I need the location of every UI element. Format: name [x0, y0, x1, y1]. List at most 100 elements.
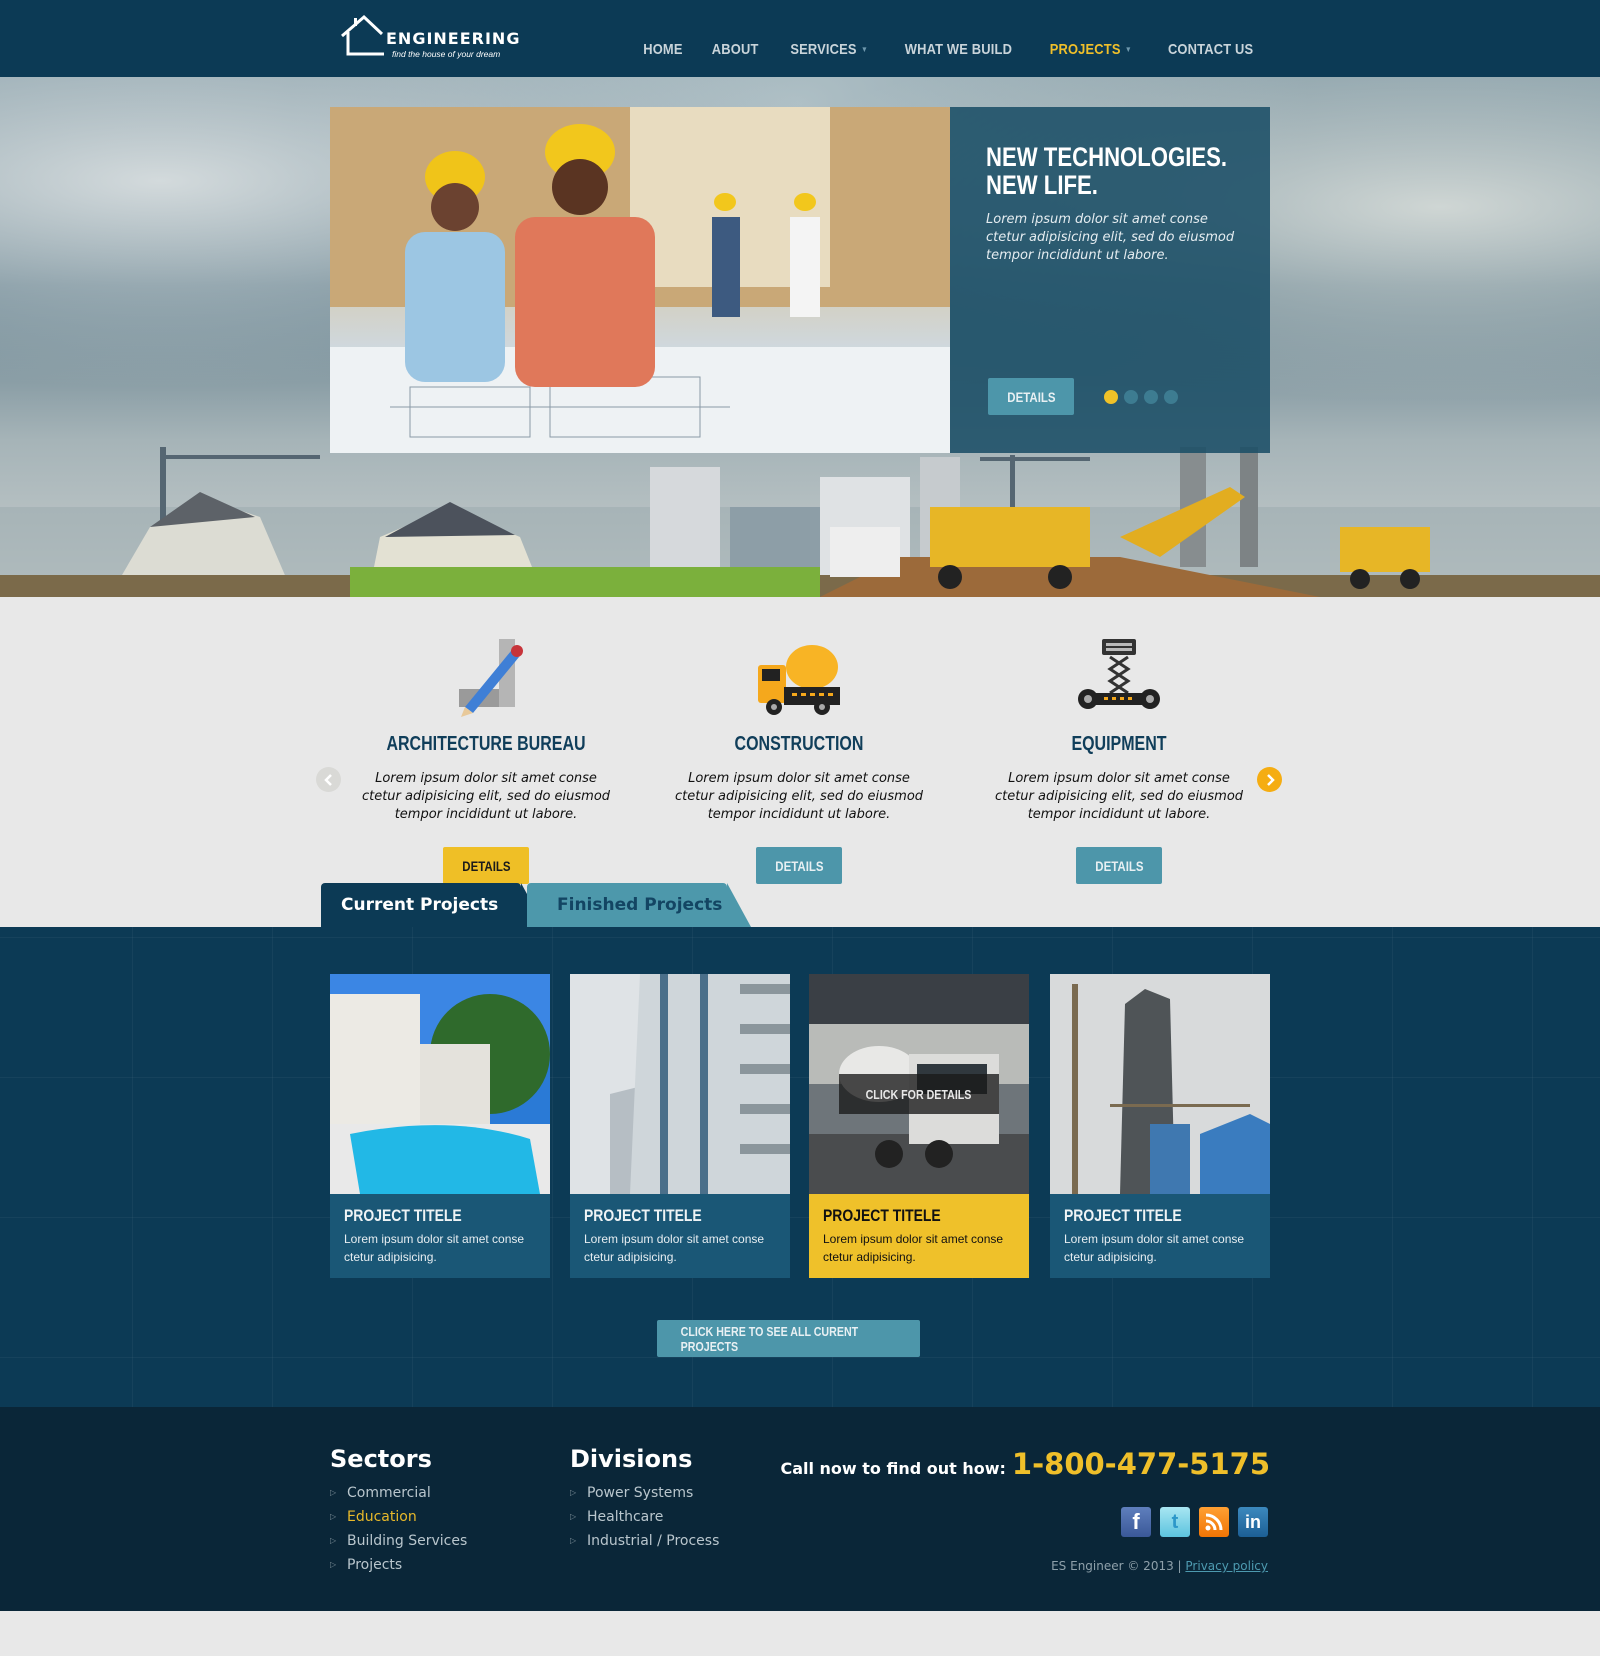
slider-pagination	[1104, 390, 1178, 404]
nav-services[interactable]: SERVICES ▼	[790, 41, 868, 58]
link-label: Power Systems	[587, 1485, 694, 1501]
link-label: Healthcare	[587, 1509, 664, 1525]
project-card[interactable]: PROJECT TITELE Lorem ipsum dolor sit ame…	[1050, 974, 1270, 1278]
photo-illustration	[1050, 974, 1270, 1194]
button-label: DETAILS	[774, 857, 824, 874]
nav-projects[interactable]: PROJECTS ▼	[1050, 41, 1132, 58]
sectors-list: ▷ Commercial ▷ Education ▷ Building Service…	[330, 1481, 467, 1577]
project-title: PROJECT TITELE	[1064, 1206, 1182, 1225]
project-description: Lorem ipsum dolor sit amet conse ctetur …	[1064, 1232, 1245, 1264]
chevron-right-icon: ▷	[570, 1512, 577, 1521]
nav-label: HOME	[643, 41, 683, 58]
architecture-details-button[interactable]: DETAILS	[443, 847, 529, 884]
chevron-down-icon: ▼	[1125, 45, 1133, 54]
equipment-details-button[interactable]: DETAILS	[1076, 847, 1162, 884]
nav-home[interactable]: HOME	[643, 41, 682, 58]
facebook-icon[interactable]: f	[1121, 1507, 1151, 1537]
overlay-label: CLICK FOR DETAILS	[866, 1086, 972, 1102]
sector-link-projects[interactable]: ▷ Projects	[330, 1553, 467, 1577]
project-card-active[interactable]: CLICK FOR DETAILS PROJECT TITELE Lorem i…	[809, 974, 1029, 1278]
service-description: Lorem ipsum dolor sit amet conse ctetur …	[361, 771, 611, 822]
main-nav: HOME ABOUT SERVICES ▼ WHAT WE BUILD PROJE…	[618, 0, 1260, 77]
divisions-column: Divisions ▷ Power Systems ▷ Healthcare ▷ In…	[570, 1445, 719, 1553]
photo-illustration	[330, 974, 550, 1194]
link-label: Commercial	[347, 1485, 431, 1501]
twitter-icon[interactable]: t	[1160, 1507, 1190, 1537]
carousel-next-button[interactable]	[1257, 767, 1282, 792]
chevron-right-icon: ▷	[570, 1488, 577, 1497]
chevron-right-icon	[1266, 773, 1275, 786]
house-logo-icon	[341, 14, 384, 56]
project-card[interactable]: PROJECT TITELE Lorem ipsum dolor sit ame…	[330, 974, 550, 1278]
photo-illustration	[570, 974, 790, 1194]
social-links: f t in	[1121, 1507, 1268, 1537]
site-header: ENGINEERING find the house of your dream…	[0, 0, 1600, 77]
sector-link-commercial[interactable]: ▷ Commercial	[330, 1481, 467, 1505]
service-construction: CONSTRUCTION Lorem ipsum dolor sit amet …	[669, 637, 929, 884]
slide-dot-3[interactable]	[1144, 390, 1158, 404]
project-description: Lorem ipsum dolor sit amet conse ctetur …	[584, 1232, 765, 1264]
hero-banner: NEW TECHNOLOGIES. NEW LIFE. Lorem ipsum …	[0, 77, 1600, 597]
construction-landscape-illustration	[0, 447, 1600, 597]
highrise-facade-photo	[570, 974, 790, 1194]
slide-description: Lorem ipsum dolor sit amet conse ctetur …	[986, 212, 1235, 263]
phone-number[interactable]: 1-800-477-5175	[1012, 1447, 1270, 1481]
chevron-down-icon: ▼	[861, 45, 869, 54]
pencil-ruler-icon	[459, 639, 523, 717]
see-all-projects-button[interactable]: CLICK HERE TO SEE ALL CURENT PROJECTS	[657, 1320, 920, 1357]
tower-construction-photo	[1050, 974, 1270, 1194]
nav-label: WHAT WE BUILD	[905, 41, 1013, 58]
nav-what-we-build[interactable]: WHAT WE BUILD	[905, 41, 1012, 58]
project-info: PROJECT TITELE Lorem ipsum dolor sit ame…	[570, 1194, 790, 1278]
tab-finished-projects[interactable]: Finished Projects	[527, 883, 751, 927]
carousel-prev-button[interactable]	[316, 767, 341, 792]
tab-label: Current Projects	[341, 895, 499, 915]
slide-dot-4[interactable]	[1164, 390, 1178, 404]
construction-details-button[interactable]: DETAILS	[756, 847, 842, 884]
button-label: CLICK HERE TO SEE ALL CURENT PROJECTS	[680, 1323, 859, 1354]
division-link-industrial[interactable]: ▷ Industrial / Process	[570, 1529, 719, 1553]
project-title: PROJECT TITELE	[823, 1206, 941, 1225]
slide-details-button[interactable]: DETAILS	[988, 378, 1074, 415]
project-description: Lorem ipsum dolor sit amet conse ctetur …	[823, 1232, 1004, 1264]
divisions-heading: Divisions	[570, 1445, 693, 1473]
link-label: Projects	[347, 1557, 403, 1573]
privacy-policy-link[interactable]: Privacy policy	[1185, 1559, 1268, 1573]
project-description: Lorem ipsum dolor sit amet conse ctetur …	[344, 1232, 525, 1264]
copyright-text: ES Engineer © 2013 |	[1051, 1559, 1182, 1573]
service-title: EQUIPMENT	[1071, 733, 1167, 755]
logo[interactable]: ENGINEERING find the house of your dream	[340, 12, 520, 62]
projects-section: PROJECT TITELE Lorem ipsum dolor sit ame…	[0, 927, 1600, 1407]
button-label: DETAILS	[1006, 388, 1056, 405]
division-link-power-systems[interactable]: ▷ Power Systems	[570, 1481, 719, 1505]
nav-label: PROJECTS	[1049, 41, 1121, 58]
nav-contact-us[interactable]: CONTACT US	[1168, 41, 1253, 58]
slide-dot-2[interactable]	[1124, 390, 1138, 404]
slide-dot-1[interactable]	[1104, 390, 1118, 404]
service-architecture: ARCHITECTURE BUREAU Lorem ipsum dolor si…	[356, 637, 616, 884]
chevron-right-icon: ▷	[330, 1512, 337, 1521]
nav-label: SERVICES	[790, 41, 857, 58]
project-info: PROJECT TITELE Lorem ipsum dolor sit ame…	[1050, 1194, 1270, 1278]
project-title: PROJECT TITELE	[584, 1206, 702, 1225]
hero-slider: NEW TECHNOLOGIES. NEW LIFE. Lorem ipsum …	[330, 107, 1270, 453]
photo-illustration	[330, 107, 950, 453]
chevron-right-icon: ▷	[330, 1488, 337, 1497]
service-title: CONSTRUCTION	[734, 733, 864, 755]
chevron-right-icon: ▷	[330, 1536, 337, 1545]
linkedin-icon[interactable]: in	[1238, 1507, 1268, 1537]
nav-about[interactable]: ABOUT	[712, 41, 759, 58]
rss-icon[interactable]	[1199, 1507, 1229, 1537]
site-footer: Sectors ▷ Commercial ▷ Education ▷ Building…	[0, 1407, 1600, 1611]
service-description: Lorem ipsum dolor sit amet conse ctetur …	[674, 771, 924, 822]
click-for-details-overlay[interactable]: CLICK FOR DETAILS	[839, 1074, 999, 1114]
slide-caption: NEW TECHNOLOGIES. NEW LIFE. Lorem ipsum …	[950, 107, 1270, 453]
service-description: Lorem ipsum dolor sit amet conse ctetur …	[994, 771, 1244, 822]
project-card[interactable]: PROJECT TITELE Lorem ipsum dolor sit ame…	[570, 974, 790, 1278]
button-label: DETAILS	[461, 857, 511, 874]
division-link-healthcare[interactable]: ▷ Healthcare	[570, 1505, 719, 1529]
tab-current-projects[interactable]: Current Projects	[321, 883, 545, 927]
sector-link-education[interactable]: ▷ Education	[330, 1505, 467, 1529]
concrete-mixer-truck-icon	[758, 645, 840, 715]
sector-link-building-services[interactable]: ▷ Building Services	[330, 1529, 467, 1553]
